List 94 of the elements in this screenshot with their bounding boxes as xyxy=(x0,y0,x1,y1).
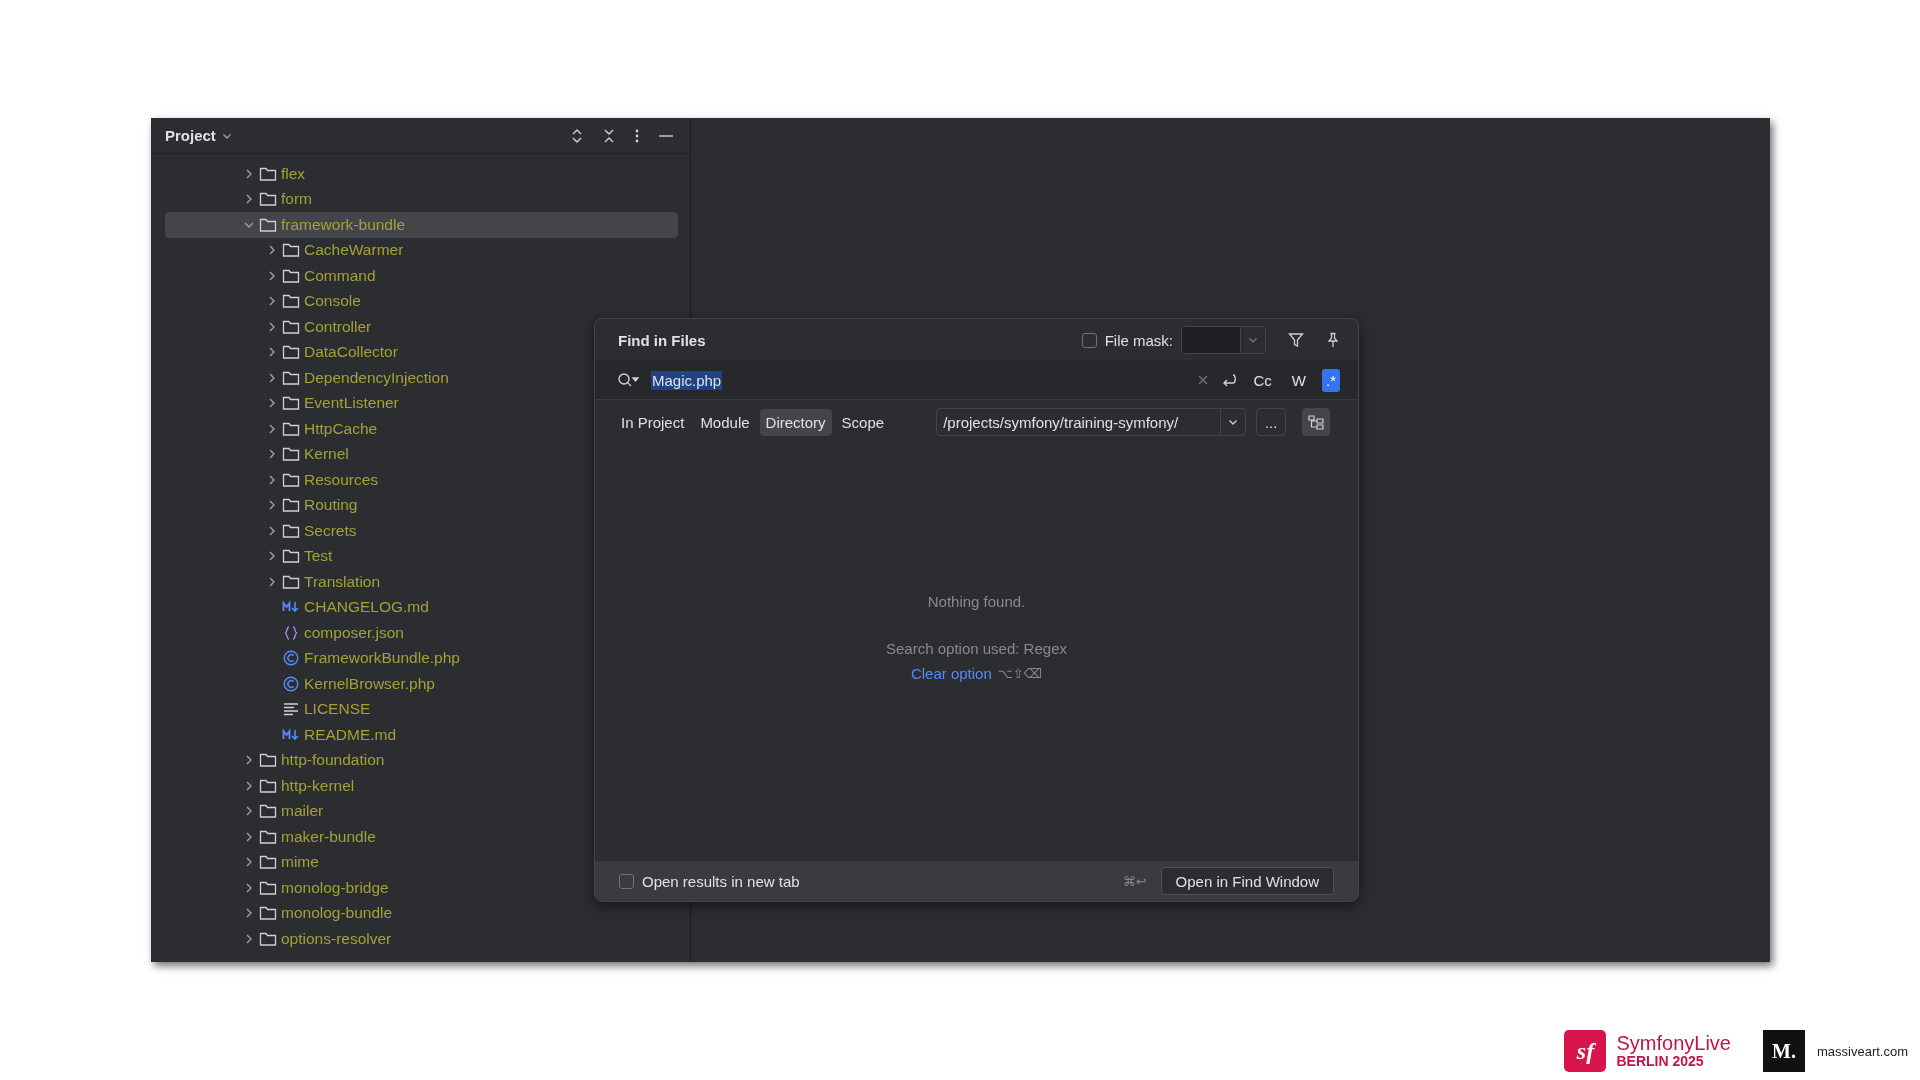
dialog-title: Find in Files xyxy=(618,331,706,349)
shortcut-hint: ⌥⇧⌫ xyxy=(997,666,1043,681)
symfony-logo: sf xyxy=(1564,1030,1607,1072)
folder-icon xyxy=(282,395,300,412)
new-tab-checkbox[interactable] xyxy=(619,873,634,889)
folder-icon xyxy=(259,752,277,769)
search-icon[interactable] xyxy=(617,372,639,388)
folder-icon xyxy=(282,267,300,284)
open-in-find-window-button[interactable]: Open in Find Window xyxy=(1160,867,1334,895)
scope-tab[interactable]: Module xyxy=(694,408,756,436)
recursive-toggle[interactable] xyxy=(1302,408,1331,436)
folder-icon xyxy=(259,828,277,845)
tree-item[interactable]: KernelBrowser.php xyxy=(165,671,678,697)
folder-icon xyxy=(282,446,300,463)
expand-all-icon[interactable] xyxy=(570,127,584,144)
folder-icon xyxy=(282,242,300,259)
folder-icon xyxy=(282,369,300,386)
file-mask-label: File mask: xyxy=(1104,331,1173,349)
folder-icon xyxy=(282,420,300,437)
tree-item[interactable]: monolog-bundle xyxy=(165,900,678,926)
folder-icon xyxy=(259,879,277,896)
tree-item[interactable]: mime xyxy=(165,849,678,875)
folder-icon xyxy=(259,854,277,871)
new-tab-label: Open results in new tab xyxy=(642,872,800,890)
tree-item[interactable]: composer.json xyxy=(165,620,678,646)
empty-message: Nothing found. xyxy=(927,593,1026,610)
tree-item[interactable]: Test xyxy=(165,543,678,569)
class-icon xyxy=(282,675,300,692)
folder-icon xyxy=(282,471,300,488)
tree-view-icon xyxy=(1307,414,1326,430)
tree-item[interactable]: http-kernel xyxy=(165,773,678,799)
sponsor-site: massiveart.com xyxy=(1816,1043,1908,1059)
search-option-toggle[interactable]: W xyxy=(1287,368,1310,392)
dropdown-caret-icon[interactable] xyxy=(1228,417,1239,427)
folder-icon xyxy=(282,293,300,310)
braces-icon xyxy=(282,624,300,641)
tree-item[interactable]: Console xyxy=(165,288,678,314)
folder-icon xyxy=(259,191,277,208)
tree-item[interactable]: CacheWarmer xyxy=(165,237,678,263)
folder-icon xyxy=(259,803,277,820)
search-option-toggle[interactable]: .* xyxy=(1322,368,1340,392)
tree-item[interactable]: Routing xyxy=(165,492,678,518)
tree-item[interactable]: Translation xyxy=(165,569,678,595)
project-view-dropdown[interactable]: Project xyxy=(165,127,232,144)
more-options-icon[interactable] xyxy=(634,127,640,144)
shortcut-hint: ⌘↩ xyxy=(1122,873,1147,889)
event-place: BERLIN 2025 xyxy=(1616,1054,1704,1069)
clear-option-link[interactable]: Clear option xyxy=(910,665,992,682)
tree-item[interactable]: form xyxy=(165,186,678,212)
tree-item[interactable]: Secrets xyxy=(165,518,678,544)
clear-icon[interactable] xyxy=(1197,374,1210,386)
directory-field[interactable]: /projects/symfony/training-symfony/ xyxy=(936,408,1247,436)
tree-item[interactable]: maker-bundle xyxy=(165,824,678,850)
massiveart-logo: M. xyxy=(1762,1030,1805,1072)
file-mask-field[interactable] xyxy=(1181,326,1266,354)
browse-button[interactable]: ... xyxy=(1256,408,1287,436)
folder-icon xyxy=(282,522,300,539)
folder-icon xyxy=(282,573,300,590)
folder-icon xyxy=(259,777,277,794)
tree-item[interactable]: Kernel xyxy=(165,441,678,467)
tree-item[interactable]: README.md xyxy=(165,722,678,748)
folder-icon xyxy=(259,930,277,947)
text-file-icon xyxy=(282,701,300,718)
newline-icon[interactable] xyxy=(1221,372,1238,388)
tree-item[interactable]: Resources xyxy=(165,467,678,493)
tree-item[interactable]: CHANGELOG.md xyxy=(165,594,678,620)
scope-tab[interactable]: Directory xyxy=(759,408,832,436)
folder-icon xyxy=(259,905,277,922)
search-field[interactable]: Magic.php xyxy=(651,370,1186,390)
tree-item[interactable]: LICENSE xyxy=(165,696,678,722)
search-option-toggle[interactable]: Cc xyxy=(1249,368,1276,392)
markdown-icon xyxy=(282,726,300,743)
tree-item[interactable]: Command xyxy=(165,263,678,289)
scope-tab[interactable]: Scope xyxy=(835,408,891,436)
folder-icon xyxy=(282,497,300,514)
collapse-all-icon[interactable] xyxy=(602,127,616,144)
tree-item[interactable]: FrameworkBundle.php xyxy=(165,645,678,671)
minimize-icon[interactable] xyxy=(658,133,674,138)
folder-icon xyxy=(259,216,277,233)
folder-icon xyxy=(282,318,300,335)
filter-icon[interactable] xyxy=(1288,332,1304,348)
event-name: SymfonyLive xyxy=(1616,1033,1731,1055)
class-icon xyxy=(282,650,300,667)
pin-icon[interactable] xyxy=(1326,332,1340,348)
folder-icon xyxy=(282,344,300,361)
option-note: Search option used: Regex xyxy=(886,640,1067,657)
tree-item[interactable]: flex xyxy=(165,161,678,187)
folder-icon xyxy=(282,548,300,565)
tree-item[interactable]: mailer xyxy=(165,798,678,824)
tree-item[interactable]: http-foundation xyxy=(165,747,678,773)
tree-item[interactable]: framework-bundle xyxy=(165,212,678,238)
tree-item[interactable]: options-resolver xyxy=(165,926,678,952)
folder-icon xyxy=(259,165,277,182)
file-mask-checkbox[interactable] xyxy=(1081,332,1097,348)
